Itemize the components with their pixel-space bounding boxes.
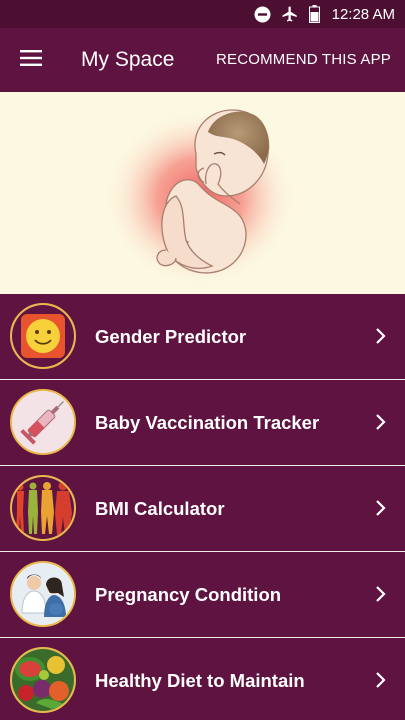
menu-item-label: BMI Calculator	[95, 498, 225, 519]
menu-item-healthy-diet[interactable]: Healthy Diet to Maintain	[0, 638, 405, 720]
chevron-right-icon	[376, 414, 386, 430]
fetus-illustration	[105, 109, 295, 286]
syringe-icon	[10, 389, 76, 455]
chevron-right-icon	[376, 586, 386, 602]
status-bar: 12:28 AM	[0, 0, 405, 28]
menu-item-label: Pregnancy Condition	[95, 584, 282, 605]
feature-menu-list: Gender Predictor Baby Vaccination Tracke…	[0, 294, 405, 720]
menu-item-pregnancy-condition[interactable]: Pregnancy Condition	[0, 552, 405, 637]
menu-item-bmi-calculator[interactable]: BMI Calculator	[0, 466, 405, 551]
airplane-mode-icon	[281, 5, 299, 23]
chevron-right-icon	[376, 328, 386, 344]
doctor-patient-icon	[10, 561, 76, 627]
status-icons: 12:28 AM	[254, 0, 395, 28]
menu-item-label: Healthy Diet to Maintain	[95, 670, 305, 691]
recommend-app-button[interactable]: RECOMMEND THIS APP	[216, 28, 391, 92]
hamburger-menu-button[interactable]	[10, 40, 52, 80]
menu-item-label: Baby Vaccination Tracker	[95, 412, 320, 433]
do-not-disturb-icon	[254, 6, 271, 23]
chevron-right-icon	[376, 672, 386, 688]
hero-banner	[0, 92, 405, 294]
fruits-vegetables-icon	[10, 647, 76, 713]
hamburger-menu-icon	[20, 49, 42, 71]
menu-item-gender-predictor[interactable]: Gender Predictor	[0, 294, 405, 379]
menu-item-baby-vaccination-tracker[interactable]: Baby Vaccination Tracker	[0, 380, 405, 465]
body-silhouettes-icon	[10, 475, 76, 541]
battery-icon	[308, 5, 320, 23]
status-time: 12:28 AM	[331, 5, 395, 23]
smiley-face-icon	[10, 303, 76, 369]
app-bar: My Space RECOMMEND THIS APP	[0, 28, 405, 92]
page-title: My Space	[81, 48, 175, 71]
menu-item-label: Gender Predictor	[95, 326, 247, 347]
chevron-right-icon	[376, 500, 386, 516]
